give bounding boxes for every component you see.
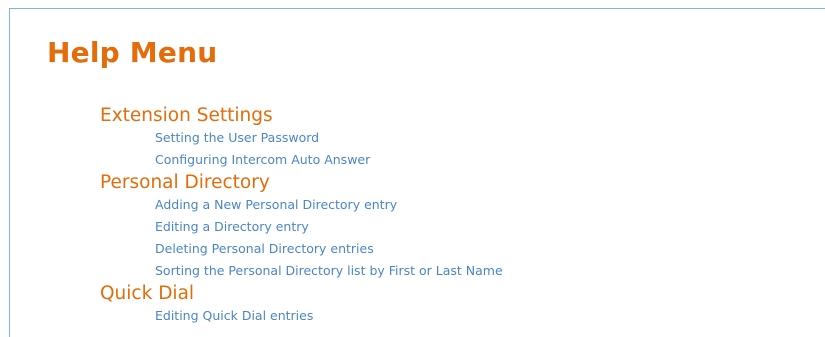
list-item: Deleting Personal Directory entries (155, 238, 503, 260)
list-item: Editing Quick Dial entries (155, 305, 503, 327)
list-item: Configuring Intercom Auto Answer (155, 149, 503, 171)
list-item: Sorting the Personal Directory list by F… (155, 260, 503, 282)
section-heading: Extension Settings (100, 105, 273, 126)
section-links: Adding a New Personal Directory entry Ed… (100, 194, 503, 282)
help-panel: Help Menu Extension Settings Setting the… (9, 8, 825, 337)
section-links: Setting the User Password Configuring In… (100, 127, 503, 171)
help-link-delete-directory-entries[interactable]: Deleting Personal Directory entries (155, 241, 374, 256)
list-item: Setting the User Password (155, 127, 503, 149)
section-links: Editing Quick Dial entries (100, 305, 503, 327)
list-item: Editing a Directory entry (155, 216, 503, 238)
help-link-add-directory-entry[interactable]: Adding a New Personal Directory entry (155, 197, 397, 212)
list-item: Adding a New Personal Directory entry (155, 194, 503, 216)
page-title: Help Menu (47, 36, 218, 69)
section-quick-dial: Quick Dial Editing Quick Dial entries (100, 282, 503, 327)
section-heading: Personal Directory (100, 172, 270, 193)
help-link-edit-quick-dial[interactable]: Editing Quick Dial entries (155, 308, 313, 323)
section-extension-settings: Extension Settings Setting the User Pass… (100, 104, 503, 171)
help-link-edit-directory-entry[interactable]: Editing a Directory entry (155, 219, 309, 234)
section-heading: Quick Dial (100, 283, 195, 304)
help-link-intercom-auto-answer[interactable]: Configuring Intercom Auto Answer (155, 152, 370, 167)
section-personal-directory: Personal Directory Adding a New Personal… (100, 171, 503, 282)
help-link-sort-directory-list[interactable]: Sorting the Personal Directory list by F… (155, 263, 503, 278)
help-sections: Extension Settings Setting the User Pass… (100, 104, 503, 327)
help-link-user-password[interactable]: Setting the User Password (155, 130, 319, 145)
